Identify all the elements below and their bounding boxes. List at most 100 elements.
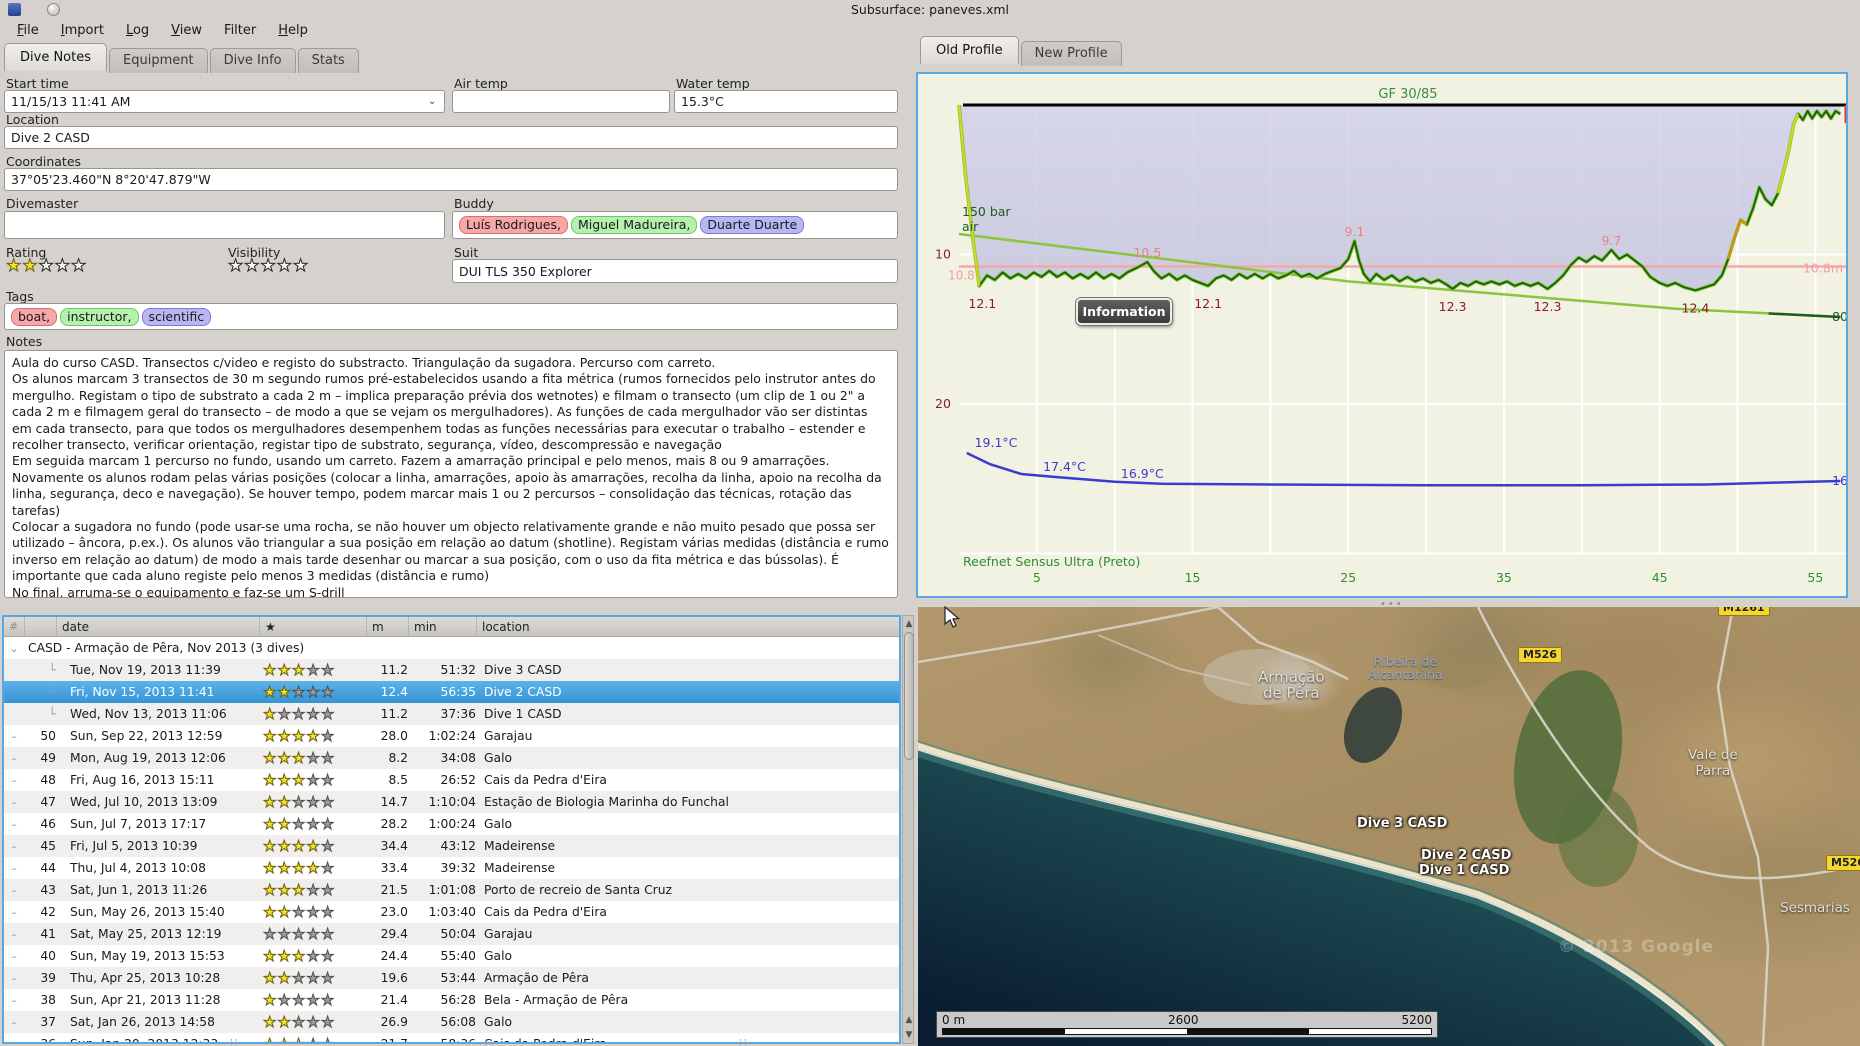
dive-row[interactable]: –49 Mon, Aug 19, 2013 12:06 ★★★★★ 8.2 34:08 G… bbox=[4, 747, 899, 769]
menu-file[interactable]: File bbox=[8, 21, 48, 40]
svg-text:12.4: 12.4 bbox=[1682, 300, 1710, 315]
svg-text:GF 30/85: GF 30/85 bbox=[1378, 87, 1437, 102]
map-place-label: Armação de Pêra bbox=[1258, 668, 1325, 702]
dive-row[interactable]: –48 Fri, Aug 16, 2013 15:11 ★★★★★ 8.5 26:52 C… bbox=[4, 769, 899, 791]
rating-stars[interactable]: ★★★★★ bbox=[5, 257, 87, 275]
dive-list-scrollbar[interactable]: ▲ ▲ ▼ bbox=[902, 615, 914, 1044]
menu-view[interactable]: View bbox=[162, 21, 211, 40]
dive-row[interactable]: └ Tue, Nov 19, 2013 11:39 ★★★★★ 11.2 51:32 Di… bbox=[4, 659, 899, 681]
tab-dive-info[interactable]: Dive Info bbox=[209, 48, 296, 73]
scale-mid: 2600 bbox=[1168, 1013, 1199, 1027]
location-field[interactable]: Dive 2 CASD bbox=[4, 126, 898, 149]
scroll-up-icon[interactable]: ▲ bbox=[903, 1013, 915, 1027]
dive-site-marker[interactable]: Dive 2 CASD bbox=[1421, 848, 1511, 863]
scroll-down-icon[interactable]: ▼ bbox=[903, 1028, 915, 1042]
dive-row[interactable]: –38 Sun, Apr 21, 2013 11:28 ★★★★★ 21.4 56:28… bbox=[4, 989, 899, 1011]
dive-row[interactable]: –37 Sat, Jan 26, 2013 14:58 ★★★★★ 26.9 56:08… bbox=[4, 1011, 899, 1033]
start-time-label: Start time bbox=[6, 76, 69, 91]
menu-filter[interactable]: Filter bbox=[215, 21, 265, 40]
dive-row[interactable]: –40 Sun, May 19, 2013 15:53 ★★★★★ 24.4 55:40… bbox=[4, 945, 899, 967]
road-badge: M526 bbox=[1826, 855, 1860, 871]
dive-list-body: ⌄ CASD - Armação de Pêra, Nov 2013 (3 div… bbox=[4, 637, 899, 1042]
map-place-label: Ribeira de Alcantarilha bbox=[1368, 654, 1443, 682]
map-place-label: Sesmarias bbox=[1780, 900, 1850, 916]
col-depth[interactable]: m bbox=[366, 617, 408, 636]
col-duration[interactable]: min bbox=[408, 617, 476, 636]
dive-row[interactable]: –42 Sun, May 26, 2013 15:40 ★★★★★ 23.0 1:03:… bbox=[4, 901, 899, 923]
water-temp-label: Water temp bbox=[676, 76, 750, 91]
dive-row[interactable]: └ Fri, Nov 15, 2013 11:41 ★★★★★ 12.4 56:35 Di… bbox=[4, 681, 899, 703]
road-badge: M526 bbox=[1518, 647, 1562, 663]
dive-row[interactable]: –44 Thu, Jul 4, 2013 10:08 ★★★★★ 33.4 39:32 M… bbox=[4, 857, 899, 879]
buddy-pill[interactable]: Duarte Duarte bbox=[700, 216, 805, 234]
map-attribution: © 2013 Google bbox=[1558, 937, 1714, 957]
visibility-stars[interactable]: ★★★★★ bbox=[227, 257, 309, 275]
map-scale-bar: 0 m 2600 5200 bbox=[936, 1011, 1438, 1038]
svg-text:air: air bbox=[962, 219, 979, 234]
svg-text:19.1°C: 19.1°C bbox=[975, 435, 1018, 450]
col-rating[interactable]: ★ bbox=[259, 617, 366, 636]
svg-text:20: 20 bbox=[935, 396, 951, 411]
tag-pill[interactable]: instructor, bbox=[60, 307, 139, 326]
svg-text:45: 45 bbox=[1652, 570, 1668, 585]
buddy-field[interactable]: Luís Rodrigues, Miguel Madureira, Duarte D… bbox=[452, 211, 898, 239]
road-badge: M1261 bbox=[1718, 607, 1770, 616]
profile-tab-bar: Old Profile New Profile bbox=[920, 36, 1124, 66]
menu-log[interactable]: Log bbox=[117, 21, 158, 40]
svg-text:35: 35 bbox=[1496, 570, 1512, 585]
tab-equipment[interactable]: Equipment bbox=[109, 48, 208, 73]
dive-row[interactable]: –46 Sun, Jul 7, 2013 17:17 ★★★★★ 28.2 1:00:2… bbox=[4, 813, 899, 835]
dive-row[interactable]: └ Wed, Nov 13, 2013 11:06 ★★★★★ 11.2 37:36 Di… bbox=[4, 703, 899, 725]
tag-pill[interactable]: boat, bbox=[11, 307, 58, 326]
tab-stats[interactable]: Stats bbox=[297, 48, 359, 73]
air-temp-field[interactable] bbox=[452, 90, 670, 113]
svg-text:5: 5 bbox=[1033, 570, 1041, 585]
tab-dive-notes[interactable]: Dive Notes bbox=[4, 43, 107, 71]
svg-text:9.7: 9.7 bbox=[1601, 233, 1621, 248]
divemaster-field[interactable] bbox=[4, 211, 445, 239]
col-location[interactable]: location bbox=[476, 617, 899, 636]
col-date[interactable]: date bbox=[56, 617, 259, 636]
dive-site-marker[interactable]: Dive 3 CASD bbox=[1357, 816, 1447, 831]
buddy-pill[interactable]: Miguel Madureira, bbox=[570, 216, 698, 234]
dive-row[interactable]: –39 Thu, Apr 25, 2013 10:28 ★★★★★ 19.6 53:44… bbox=[4, 967, 899, 989]
menu-help[interactable]: Help bbox=[269, 21, 317, 40]
water-temp-field[interactable]: 15.3°C bbox=[674, 90, 898, 113]
dive-site-marker[interactable]: Dive 1 CASD bbox=[1419, 863, 1509, 878]
tags-field[interactable]: boat, instructor, scientific bbox=[4, 303, 898, 330]
information-button[interactable]: Information bbox=[1076, 298, 1172, 325]
notes-textarea[interactable]: Aula do curso CASD. Transectos c/video e… bbox=[4, 350, 898, 598]
dive-row[interactable]: –43 Sat, Jun 1, 2013 11:26 ★★★★★ 21.5 1:01:0… bbox=[4, 879, 899, 901]
svg-text:80: 80 bbox=[1832, 309, 1846, 324]
dive-row[interactable]: –41 Sat, May 25, 2013 12:19 ★★★★★ 29.4 50:04… bbox=[4, 923, 899, 945]
scrollbar-thumb[interactable] bbox=[904, 632, 914, 760]
svg-text:15: 15 bbox=[1185, 570, 1201, 585]
chevron-down-icon[interactable]: ⌄ bbox=[428, 96, 438, 107]
svg-text:Reefnet Sensus Ultra (Preto): Reefnet Sensus Ultra (Preto) bbox=[963, 554, 1140, 569]
scroll-up-icon[interactable]: ▲ bbox=[903, 617, 915, 631]
dive-row[interactable]: –47 Wed, Jul 10, 2013 13:09 ★★★★★ 14.7 1:10:… bbox=[4, 791, 899, 813]
dive-row[interactable]: –50 Sun, Sep 22, 2013 12:59 ★★★★★ 28.0 1:02:… bbox=[4, 725, 899, 747]
start-time-combo[interactable]: 11/15/13 11:41 AM ⌄ bbox=[4, 90, 445, 113]
dive-trip-group-row[interactable]: ⌄ CASD - Armação de Pêra, Nov 2013 (3 div… bbox=[4, 637, 899, 659]
divemaster-label: Divemaster bbox=[6, 196, 79, 211]
coordinates-field[interactable]: 37°05'23.460"N 8°20'47.879"W bbox=[4, 168, 898, 191]
svg-text:9.1: 9.1 bbox=[1345, 224, 1365, 239]
tag-pill[interactable]: scientific bbox=[141, 307, 212, 326]
air-temp-label: Air temp bbox=[454, 76, 508, 91]
dive-site-map[interactable]: © 2013 Google Armação de Pêra Ribeira de … bbox=[918, 607, 1860, 1046]
menu-import[interactable]: Import bbox=[52, 21, 113, 40]
svg-text:25: 25 bbox=[1340, 570, 1356, 585]
dive-profile-chart[interactable]: GF 30/85 10 20 5 15 25 35 45 55 150 barair 80 10.8 1… bbox=[916, 72, 1848, 598]
dive-row[interactable]: –45 Fri, Jul 5, 2013 10:39 ★★★★★ 34.4 43:12 M… bbox=[4, 835, 899, 857]
svg-text:12.3: 12.3 bbox=[1439, 299, 1467, 314]
collapse-arrow-icon[interactable]: ⌄ bbox=[4, 642, 24, 655]
suit-field[interactable]: DUI TLS 350 Explorer bbox=[452, 259, 898, 283]
buddy-pill[interactable]: Luís Rodrigues, bbox=[459, 216, 568, 234]
dive-list-header[interactable]: # date ★ m min location bbox=[4, 617, 899, 637]
scale-bar-segments bbox=[942, 1028, 1432, 1035]
tab-old-profile[interactable]: Old Profile bbox=[920, 36, 1019, 64]
splitter-dots[interactable]: ⁞⁞ ⁞⁞ ⁞⁞ bbox=[230, 1038, 749, 1046]
tab-new-profile[interactable]: New Profile bbox=[1020, 41, 1122, 66]
coordinates-label: Coordinates bbox=[6, 154, 82, 169]
